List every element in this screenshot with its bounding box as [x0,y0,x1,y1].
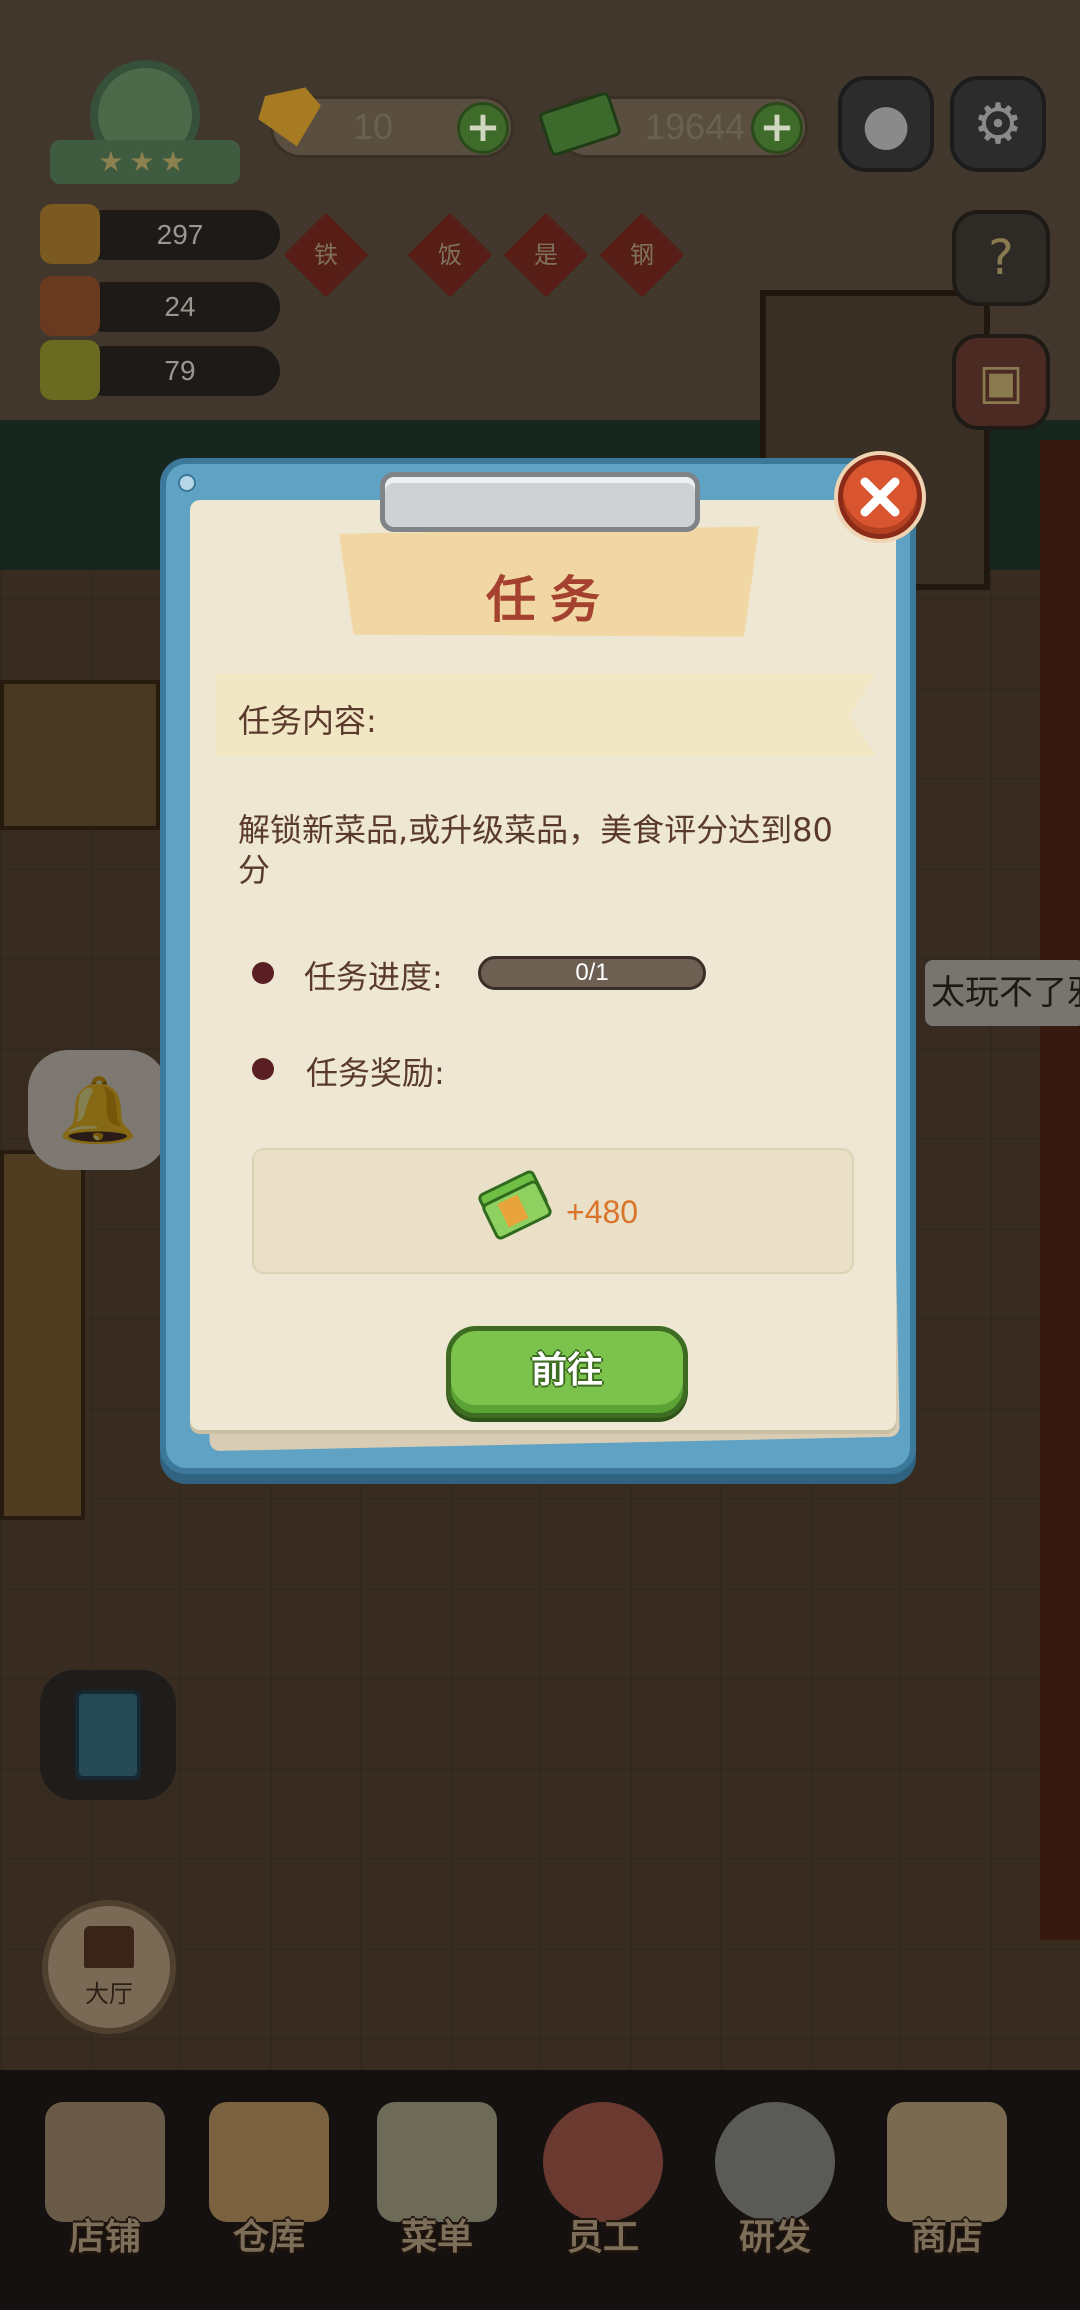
stat-dishes: 297 [40,204,280,264]
shop-icon [45,2102,165,2222]
restaurant-rank-badge[interactable]: ★★★ [50,60,240,190]
task-content-label: 任务内容: [238,702,377,740]
gear-icon: ⚙ [972,91,1024,157]
nav-store[interactable]: 商店 [872,2090,1022,2290]
go-button[interactable]: 前往 [446,1326,688,1418]
recipe-book-button[interactable]: ▣ [952,334,1050,430]
cash-icon [537,90,623,158]
stat-value: 297 [80,210,280,260]
guide-book-button[interactable]: ? [952,210,1050,306]
nav-research[interactable]: 研发 [700,2090,850,2290]
hall-button[interactable]: 大厅 [42,1900,176,2034]
reward-label: 任务奖励: [306,1054,445,1092]
bottom-navigation: 店铺 仓库 菜单 员工 研发 商店 [0,2090,1080,2310]
star-rating: ★★★ [50,140,240,184]
nav-label: 研发 [738,2217,811,2258]
stat-rating: 79 [40,340,280,400]
add-gems-button[interactable]: + [457,102,509,154]
gem-counter: 10 + [270,96,514,158]
task-description: 解锁新菜品,或升级菜品，美食评分达到80分 [238,811,833,889]
cash-counter: 19644 + [537,90,808,158]
gem-icon [259,91,323,147]
stat-value: 24 [80,282,280,332]
bullet-dot [252,1058,274,1080]
clipboard-clip [380,472,700,532]
nav-label: 店铺 [68,2217,141,2258]
cash-amount: 19644 [645,106,746,147]
nav-label: 员工 [566,2217,639,2258]
dialog-title: 任务 [486,571,614,629]
stat-service: 24 [40,276,280,336]
camera-button[interactable]: ● [838,76,934,172]
pot-icon [40,204,100,264]
add-cash-button[interactable]: + [751,102,803,154]
book-question-icon: ? [988,230,1014,286]
close-button[interactable] [838,455,922,539]
cash-icon [476,1168,554,1242]
settings-button[interactable]: ⚙ [950,76,1046,172]
waiter-icon [40,276,100,336]
recipe-book-icon: ▣ [978,354,1024,410]
nav-label: 菜单 [400,2217,473,2258]
frame-rivet [178,474,196,492]
stat-value: 79 [80,346,280,396]
warehouse-icon [209,2102,329,2222]
progress-label: 任务进度: [304,958,443,996]
house-icon [84,1925,134,1968]
staff-icon [543,2102,663,2222]
reward-box: +480 [252,1148,854,1274]
menu-board-icon [40,340,100,400]
nav-shop[interactable]: 店铺 [30,2090,180,2290]
menu-icon [377,2102,497,2222]
task-progress-bar: 0/1 [478,956,706,990]
nav-staff[interactable]: 员工 [528,2090,678,2290]
reward-amount: +480 [566,1194,639,1230]
gem-amount: 10 [353,106,394,147]
hall-label: 大厅 [85,1979,133,2008]
nav-label: 仓库 [232,2217,305,2258]
task-dialog: 任务 任务内容: 解锁新菜品,或升级菜品，美食评分达到80分 任务进度: 0/1… [160,458,916,1474]
bullet-dot [252,962,274,984]
store-icon [887,2102,1007,2222]
nav-menu[interactable]: 菜单 [362,2090,512,2290]
close-icon [860,477,900,517]
nav-label: 商店 [910,2217,983,2258]
nav-warehouse[interactable]: 仓库 [194,2090,344,2290]
progress-text: 0/1 [575,959,609,986]
wok-icon [715,2102,835,2222]
task-paper: 任务 任务内容: 解锁新菜品,或升级菜品，美食评分达到80分 任务进度: 0/1… [190,500,896,1430]
camera-icon: ● [861,91,911,157]
